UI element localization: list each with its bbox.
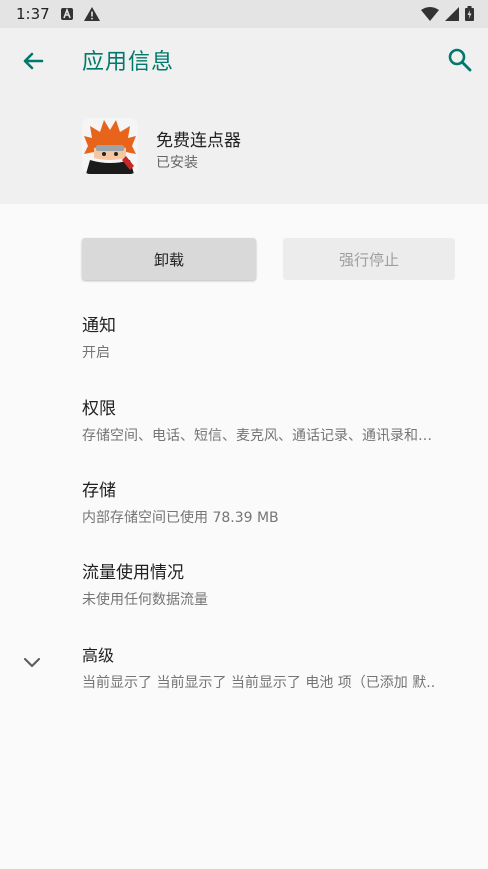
uninstall-button[interactable]: 卸载 <box>82 238 256 280</box>
signal-icon <box>445 6 459 25</box>
item-subtitle: 开启 <box>82 345 110 361</box>
list-item-data-usage[interactable]: 流量使用情况 未使用任何数据流量 <box>82 558 472 609</box>
arrow-back-icon <box>23 52 44 70</box>
item-subtitle: 内部存储空间已使用 78.39 MB <box>82 510 279 526</box>
app-name: 免费连点器 <box>156 131 241 151</box>
app-icon <box>82 118 138 174</box>
notification-a-icon <box>60 6 74 25</box>
item-title: 通知 <box>82 316 116 336</box>
list-item-permissions[interactable]: 权限 存储空间、电话、短信、麦克风、通话记录、通讯录和… <box>82 394 472 445</box>
item-subtitle: 未使用任何数据流量 <box>82 592 208 608</box>
status-bar: 1:37 <box>0 0 488 28</box>
item-subtitle: 当前显示了 当前显示了 当前显示了 电池 项（已添加 默.. <box>82 675 436 691</box>
app-header: 应用信息 免费连点器 已安装 <box>0 28 488 204</box>
force-stop-button[interactable]: 强行停止 <box>283 238 455 280</box>
back-button[interactable] <box>18 46 48 76</box>
item-title: 流量使用情况 <box>82 563 184 583</box>
list-item-storage[interactable]: 存储 内部存储空间已使用 78.39 MB <box>82 476 472 527</box>
item-subtitle: 存储空间、电话、短信、麦克风、通话记录、通讯录和… <box>82 428 432 444</box>
chevron-down-icon[interactable] <box>20 650 44 674</box>
list-item-notifications[interactable]: 通知 开启 <box>82 311 472 362</box>
item-title: 存储 <box>82 481 116 501</box>
warning-icon <box>84 6 100 25</box>
search-button[interactable] <box>446 46 474 74</box>
status-time: 1:37 <box>16 5 50 23</box>
list-item-advanced[interactable]: 高级 当前显示了 当前显示了 当前显示了 电池 项（已添加 默.. <box>82 642 472 692</box>
page-title: 应用信息 <box>82 50 175 75</box>
app-install-status: 已安装 <box>156 155 198 171</box>
search-icon <box>448 48 472 72</box>
item-title: 高级 <box>82 646 115 665</box>
battery-icon <box>465 6 474 25</box>
wifi-icon <box>421 6 439 25</box>
item-title: 权限 <box>82 399 116 419</box>
